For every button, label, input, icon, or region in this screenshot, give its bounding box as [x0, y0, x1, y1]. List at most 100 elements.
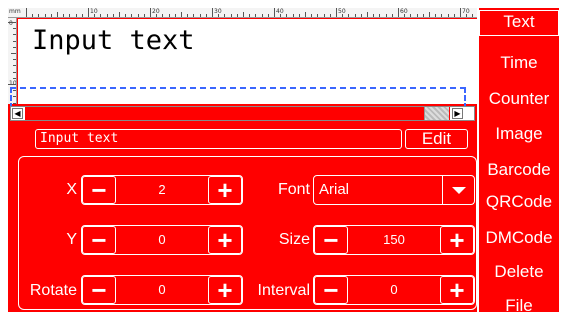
rotate-stepper: − 0 + — [81, 275, 243, 305]
ruler-tick — [181, 12, 182, 17]
ruler-tick — [26, 8, 27, 17]
size-increment-button[interactable]: + — [440, 226, 474, 254]
ruler-tick — [453, 14, 455, 17]
x-label: X — [66, 181, 77, 198]
ruler-tick — [63, 14, 65, 17]
y-label: Y — [66, 231, 77, 248]
ruler-tick — [199, 14, 201, 17]
ruler-tick — [8, 84, 16, 85]
ruler-tick — [416, 14, 418, 17]
ruler-tick — [168, 14, 170, 17]
ruler-tick — [348, 14, 350, 17]
ruler-tick — [360, 14, 362, 17]
label-editor: mm 10 20 30 40 50 60 70 0 10 Input text … — [8, 8, 477, 124]
ruler-tick — [447, 14, 449, 17]
ruler-tick — [106, 14, 108, 17]
horizontal-scrollbar[interactable]: ◀ ▶ — [10, 106, 475, 121]
scroll-track[interactable] — [25, 107, 450, 120]
ruler-tick — [13, 40, 16, 42]
rotate-decrement-button[interactable]: − — [82, 276, 116, 304]
ruler-tick — [354, 14, 356, 17]
sidebar-item-dmcode[interactable]: DMCode — [479, 227, 559, 249]
ruler-tick — [429, 12, 430, 17]
ruler-tick — [460, 8, 461, 17]
triangle-left-icon[interactable]: ◀ — [12, 108, 23, 119]
ruler-tick — [119, 12, 120, 17]
ruler-tick — [305, 12, 306, 17]
canvas-text-object[interactable]: Input text — [32, 25, 195, 56]
y-increment-button[interactable]: + — [208, 226, 242, 254]
ruler-tick — [317, 14, 319, 17]
ruler-tick — [236, 14, 238, 17]
size-value[interactable]: 150 — [350, 226, 438, 254]
size-label: Size — [278, 231, 310, 248]
chevron-down-icon[interactable] — [442, 176, 474, 204]
sidebar-item-barcode[interactable]: Barcode — [479, 159, 559, 181]
ruler-tick — [143, 14, 145, 17]
x-stepper: − 2 + — [81, 175, 243, 205]
ruler-tick — [94, 14, 96, 17]
ruler-tick — [472, 14, 474, 17]
ruler-tick — [212, 8, 213, 17]
ruler-tick — [286, 14, 288, 17]
triangle-right-icon[interactable]: ▶ — [452, 108, 463, 119]
text-input-row: Input text Edit — [8, 124, 477, 154]
ruler-tick — [137, 14, 139, 17]
interval-stepper: − 0 + — [313, 275, 475, 305]
ruler-tick — [323, 14, 325, 17]
x-value[interactable]: 2 — [118, 176, 206, 204]
ruler-tick — [274, 8, 275, 17]
x-increment-button[interactable]: + — [208, 176, 242, 204]
object-sidebar: Text Time Counter Image Barcode QRCode D… — [477, 8, 559, 315]
sidebar-item-qrcode[interactable]: QRCode — [479, 191, 559, 213]
font-select[interactable]: Arial — [313, 175, 475, 205]
size-stepper: − 150 + — [313, 225, 475, 255]
rotate-value[interactable]: 0 — [118, 276, 206, 304]
edit-button[interactable]: Edit — [405, 129, 468, 149]
ruler-tick — [13, 46, 16, 48]
ruler-tick — [8, 22, 16, 23]
y-value[interactable]: 0 — [118, 226, 206, 254]
ruler-tick — [441, 14, 443, 17]
text-content-input[interactable]: Input text — [35, 129, 402, 149]
sidebar-item-image[interactable]: Image — [479, 123, 559, 145]
ruler-tick — [174, 14, 176, 17]
ruler-tick — [131, 14, 133, 17]
ruler-tick — [379, 14, 381, 17]
ruler-tick — [13, 28, 16, 30]
y-decrement-button[interactable]: − — [82, 226, 116, 254]
properties-panel: X − 2 + Y − 0 + Rotate − 0 + Font Arial … — [8, 154, 477, 312]
interval-value[interactable]: 0 — [350, 276, 438, 304]
ruler-tick — [422, 14, 424, 17]
scroll-thumb[interactable] — [424, 107, 449, 120]
sidebar-item-time[interactable]: Time — [479, 52, 559, 74]
sidebar-item-delete[interactable]: Delete — [479, 261, 559, 283]
sidebar-item-counter[interactable]: Counter — [479, 88, 559, 110]
ruler-tick — [81, 14, 83, 17]
ruler-tick — [44, 14, 46, 17]
top-ruler: mm 10 20 30 40 50 60 70 — [8, 8, 477, 18]
sidebar-item-text[interactable]: Text — [479, 10, 559, 36]
sidebar-item-file[interactable]: File — [479, 295, 559, 317]
ruler-tick — [329, 14, 331, 17]
rotate-increment-button[interactable]: + — [208, 276, 242, 304]
ruler-tick — [391, 14, 393, 17]
ruler-tick — [13, 59, 16, 61]
ruler-tick — [13, 71, 16, 73]
ruler-tick — [13, 65, 16, 67]
y-stepper: − 0 + — [81, 225, 243, 255]
ruler-tick — [32, 14, 34, 17]
font-value: Arial — [319, 181, 350, 198]
ruler-tick — [11, 53, 16, 54]
interval-decrement-button[interactable]: − — [314, 276, 348, 304]
ruler-tick — [336, 8, 337, 17]
interval-increment-button[interactable]: + — [440, 276, 474, 304]
ruler-tick — [57, 12, 58, 17]
ruler-tick — [466, 14, 468, 17]
ruler-tick — [298, 14, 300, 17]
ruler-tick — [100, 14, 102, 17]
ruler-tick — [280, 14, 282, 17]
size-decrement-button[interactable]: − — [314, 226, 348, 254]
ruler-tick — [205, 14, 207, 17]
x-decrement-button[interactable]: − — [82, 176, 116, 204]
